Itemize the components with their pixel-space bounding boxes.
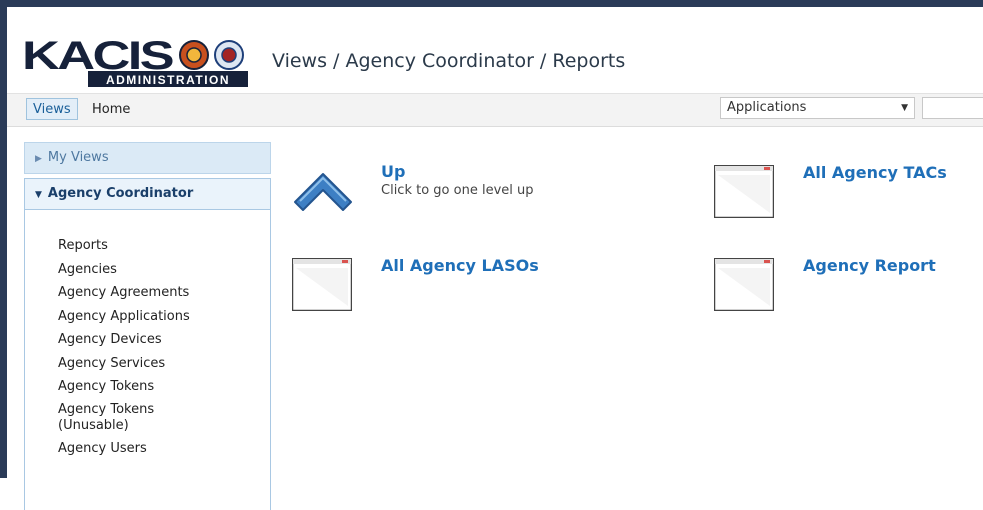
up-arrow-icon[interactable] — [292, 168, 354, 214]
home-tab[interactable]: Home — [85, 98, 137, 120]
views-tab[interactable]: Views — [26, 98, 78, 120]
sidebar-agency-coordinator-label: Agency Coordinator — [47, 186, 194, 201]
page-breadcrumb: Views / Agency Coordinator / Reports — [272, 50, 626, 72]
sidebar: ▶ My Views ▼ Agency Coordinator Reports Ag… — [24, 142, 271, 510]
collapsed-arrow-icon: ▶ — [35, 154, 42, 164]
sidebar-link-agency-devices[interactable]: Agency Devices — [58, 328, 270, 352]
sidebar-agency-coordinator[interactable]: ▼ Agency Coordinator — [24, 178, 271, 210]
window-left-border — [0, 0, 7, 478]
window-icon[interactable] — [714, 165, 774, 218]
search-input[interactable] — [922, 97, 983, 119]
sidebar-link-agency-tokens-unusable[interactable]: Agency Tokens (Unusable) — [58, 399, 178, 437]
sidebar-link-agency-users[interactable]: Agency Users — [58, 437, 270, 461]
dropdown-arrow-icon: ▼ — [901, 103, 908, 113]
sidebar-link-agencies[interactable]: Agencies — [58, 258, 270, 282]
applications-dropdown[interactable]: Applications ▼ — [720, 97, 915, 119]
kacis-logo: KACIS ADMINISTRATION — [22, 35, 248, 87]
sidebar-link-reports[interactable]: Reports — [58, 234, 270, 258]
sidebar-link-agency-tokens[interactable]: Agency Tokens — [58, 375, 270, 399]
top-nav-bar: Views Home Applications ▼ — [7, 94, 983, 127]
window-icon[interactable] — [714, 258, 774, 311]
agency-report-title[interactable]: Agency Report — [803, 256, 936, 275]
sidebar-my-views[interactable]: ▶ My Views — [24, 142, 271, 174]
sidebar-my-views-label: My Views — [47, 150, 109, 165]
all-agency-lasos-title[interactable]: All Agency LASOs — [381, 256, 539, 275]
up-title[interactable]: Up — [381, 162, 405, 181]
window-icon[interactable] — [292, 258, 352, 311]
all-agency-tacs-title[interactable]: All Agency TACs — [803, 163, 947, 182]
window-top-border — [0, 0, 983, 7]
expanded-arrow-icon: ▼ — [35, 190, 42, 200]
sidebar-link-list: Reports Agencies Agency Agreements Agenc… — [24, 210, 271, 510]
svg-text:ADMINISTRATION: ADMINISTRATION — [106, 73, 230, 87]
applications-dropdown-value: Applications — [727, 100, 807, 115]
sidebar-link-agency-agreements[interactable]: Agency Agreements — [58, 281, 270, 305]
up-description: Click to go one level up — [381, 183, 534, 198]
sidebar-link-agency-applications[interactable]: Agency Applications — [58, 305, 270, 329]
sidebar-link-agency-services[interactable]: Agency Services — [58, 352, 270, 376]
